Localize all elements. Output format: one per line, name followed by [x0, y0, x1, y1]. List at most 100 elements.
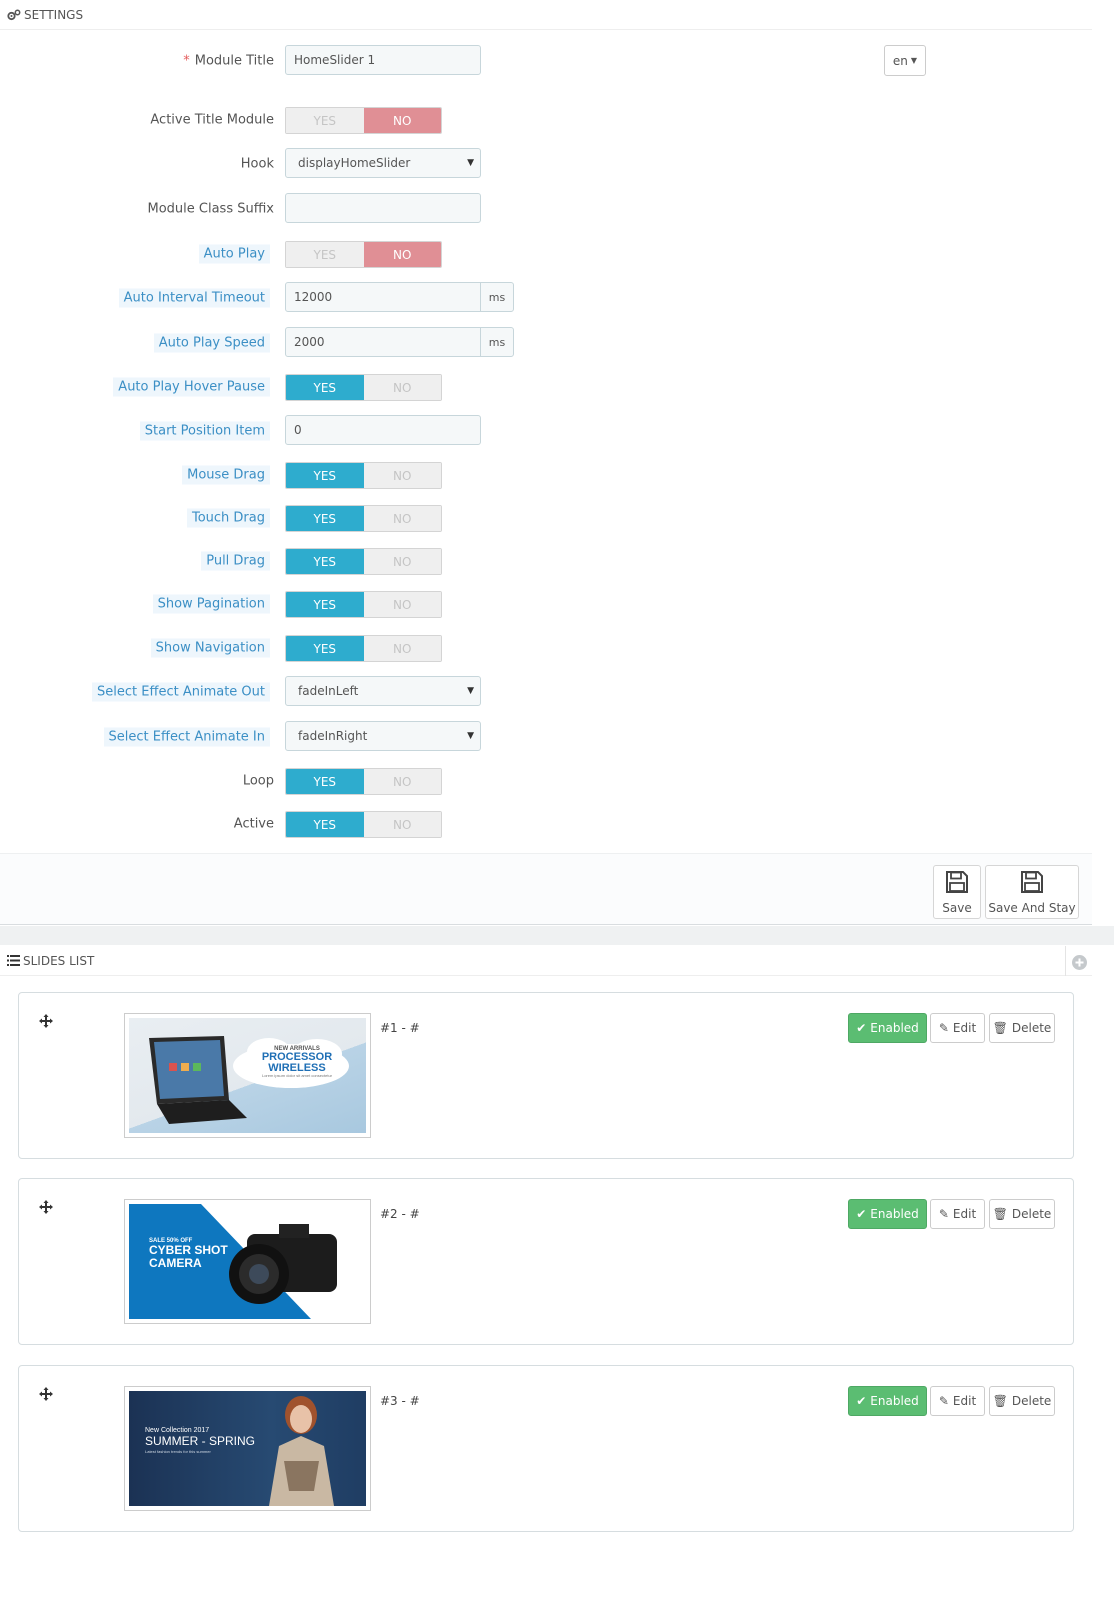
switch-no[interactable]: NO	[363, 769, 441, 794]
enabled-button[interactable]: ✔ Enabled	[848, 1386, 927, 1416]
label-hook: Hook	[240, 156, 274, 172]
settings-heading: SETTINGS	[0, 0, 1092, 30]
edit-icon: ✎	[938, 1207, 949, 1221]
slide-thumbnail[interactable]: New Collection 2017 SUMMER - SPRING Late…	[124, 1386, 371, 1511]
label-touch-drag: Touch Drag	[186, 508, 270, 528]
loop-switch[interactable]: YES NO	[285, 768, 442, 795]
auto-play-hover-pause-switch[interactable]: YES NO	[285, 374, 442, 401]
banner-line: Lorem ipsum dolor sit amet consectetur	[261, 1073, 333, 1078]
effect-animate-out-select[interactable]: fadeInLeft ▼	[285, 676, 481, 706]
switch-yes[interactable]: YES	[286, 812, 364, 837]
banner-line: New Collection 2017	[145, 1427, 210, 1434]
label-show-pagination: Show Pagination	[152, 594, 270, 614]
row-show-pagination: Show Pagination YES NO	[0, 588, 1092, 620]
slide-thumbnail[interactable]: NEW ARRIVALS PROCESSOR WIRELESS Lorem ip…	[124, 1013, 371, 1138]
switch-no[interactable]: NO	[363, 242, 441, 267]
move-icon[interactable]	[39, 1386, 53, 1405]
switch-yes[interactable]: YES	[286, 549, 364, 574]
label-module-class-suffix: Module Class Suffix	[147, 201, 275, 217]
label-loop: Loop	[242, 773, 274, 789]
row-mouse-drag: Mouse Drag YES NO	[0, 459, 1092, 491]
row-auto-interval-timeout: Auto Interval Timeout 12000 ms	[0, 282, 1092, 314]
switch-no[interactable]: NO	[363, 812, 441, 837]
list-icon	[7, 955, 20, 966]
show-pagination-switch[interactable]: YES NO	[285, 591, 442, 618]
switch-no[interactable]: NO	[363, 108, 441, 133]
module-class-suffix-input[interactable]	[285, 193, 481, 223]
switch-yes[interactable]: YES	[286, 375, 364, 400]
enabled-button[interactable]: ✔ Enabled	[848, 1199, 927, 1229]
switch-yes[interactable]: YES	[286, 506, 364, 531]
row-auto-play-speed: Auto Play Speed 2000 ms	[0, 327, 1092, 359]
caret-down-icon: ▼	[467, 731, 474, 741]
slides-list-heading: SLIDES LIST	[0, 946, 1092, 976]
move-icon[interactable]	[39, 1013, 53, 1032]
edit-button[interactable]: ✎ Edit	[930, 1199, 985, 1229]
label-auto-play-speed: Auto Play Speed	[153, 333, 270, 353]
label-auto-play: Auto Play	[198, 244, 270, 264]
save-button[interactable]: Save	[933, 865, 981, 919]
label-start-position-item: Start Position Item	[139, 421, 270, 441]
switch-no[interactable]: NO	[363, 636, 441, 661]
cogs-icon	[7, 9, 21, 21]
unit-addon: ms	[480, 282, 514, 312]
label-effect-animate-out: Select Effect Animate Out	[92, 682, 270, 702]
switch-no[interactable]: NO	[363, 506, 441, 531]
pull-drag-switch[interactable]: YES NO	[285, 548, 442, 575]
row-auto-play: Auto Play YES NO	[0, 238, 1092, 270]
switch-no[interactable]: NO	[363, 375, 441, 400]
edit-button[interactable]: ✎ Edit	[930, 1386, 985, 1416]
switch-yes[interactable]: YES	[286, 769, 364, 794]
check-icon: ✔	[856, 1021, 867, 1035]
caret-down-icon: ▼	[467, 686, 474, 696]
module-title-input[interactable]: HomeSlider 1	[285, 45, 481, 75]
heading-divider	[1065, 946, 1066, 976]
auto-play-speed-input[interactable]: 2000	[285, 327, 481, 357]
delete-button[interactable]: 🗑 Delete	[989, 1199, 1055, 1229]
switch-yes[interactable]: YES	[286, 108, 364, 133]
row-active-title-module: Active Title Module YES NO	[0, 104, 1092, 136]
label-auto-interval-timeout: Auto Interval Timeout	[118, 288, 270, 308]
mouse-drag-switch[interactable]: YES NO	[285, 462, 442, 489]
slides-list-heading-text: SLIDES LIST	[23, 953, 95, 968]
delete-button[interactable]: 🗑 Delete	[989, 1386, 1055, 1416]
switch-yes[interactable]: YES	[286, 636, 364, 661]
label-show-navigation: Show Navigation	[150, 638, 270, 658]
row-start-position-item: Start Position Item 0	[0, 415, 1092, 447]
caret-down-icon: ▼	[910, 56, 918, 65]
add-slide-icon[interactable]	[1072, 955, 1087, 974]
save-and-stay-button[interactable]: Save And Stay	[985, 865, 1079, 919]
label-active: Active	[233, 816, 274, 832]
row-show-navigation: Show Navigation YES NO	[0, 632, 1092, 664]
label-effect-animate-in: Select Effect Animate In	[103, 727, 270, 747]
enabled-button[interactable]: ✔ Enabled	[848, 1013, 927, 1043]
edit-icon: ✎	[938, 1021, 949, 1035]
label-pull-drag: Pull Drag	[201, 551, 270, 571]
switch-yes[interactable]: YES	[286, 592, 364, 617]
row-auto-play-hover-pause: Auto Play Hover Pause YES NO	[0, 371, 1092, 403]
save-icon	[945, 870, 969, 897]
show-navigation-switch[interactable]: YES NO	[285, 635, 442, 662]
save-icon	[1020, 870, 1044, 897]
touch-drag-switch[interactable]: YES NO	[285, 505, 442, 532]
label-active-title-module: Active Title Module	[150, 112, 274, 128]
switch-no[interactable]: NO	[363, 549, 441, 574]
switch-yes[interactable]: YES	[286, 242, 364, 267]
delete-button[interactable]: 🗑 Delete	[989, 1013, 1055, 1043]
effect-animate-in-select[interactable]: fadeInRight ▼	[285, 721, 481, 751]
hook-select[interactable]: displayHomeSlider ▼	[285, 148, 481, 178]
switch-no[interactable]: NO	[363, 592, 441, 617]
row-active: Active YES NO	[0, 808, 1092, 840]
auto-interval-timeout-input[interactable]: 12000	[285, 282, 481, 312]
auto-play-switch[interactable]: YES NO	[285, 241, 442, 268]
unit-addon: ms	[480, 327, 514, 357]
switch-no[interactable]: NO	[363, 463, 441, 488]
start-position-item-input[interactable]: 0	[285, 415, 481, 445]
active-title-module-switch[interactable]: YES NO	[285, 107, 442, 134]
switch-yes[interactable]: YES	[286, 463, 364, 488]
slide-thumbnail[interactable]: SALE 50% OFF CYBER SHOT CAMERA	[124, 1199, 371, 1324]
active-switch[interactable]: YES NO	[285, 811, 442, 838]
move-icon[interactable]	[39, 1199, 53, 1218]
edit-button[interactable]: ✎ Edit	[930, 1013, 985, 1043]
language-dropdown[interactable]: en ▼	[884, 45, 926, 76]
